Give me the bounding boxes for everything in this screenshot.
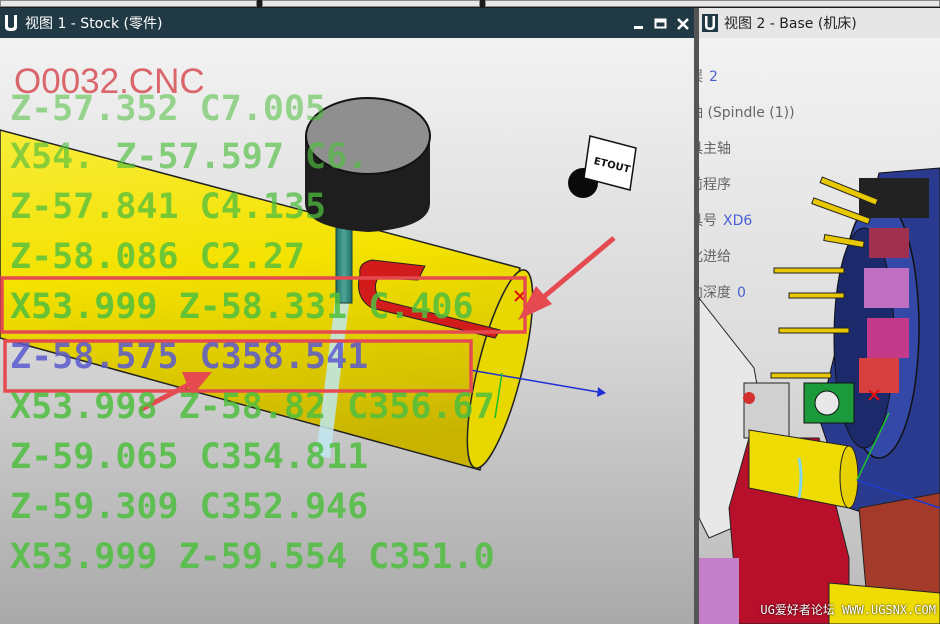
nc-line-2: Z-57.841 C4.135 bbox=[10, 187, 327, 227]
param-axial-depth-label: 轴向深度 bbox=[699, 285, 731, 301]
view2-title: 视图 2 - Base (机床) bbox=[724, 16, 857, 32]
param-tool-number-label: 刀具号 bbox=[699, 213, 717, 229]
view2-panel: 视图 2 - Base (机床) 2 (Spindle (1)) 主轴 程序 号… bbox=[699, 8, 940, 624]
maximize-icon[interactable] bbox=[654, 16, 668, 30]
annotation-arrow-1 bbox=[538, 236, 616, 302]
nc-line-4: X53.999 Z-58.331 C.406 bbox=[10, 287, 474, 327]
param-optimized-feed: 优化进给 bbox=[699, 246, 731, 266]
toolbar-button-2[interactable] bbox=[262, 0, 480, 7]
param-tool-spindle: 刀具主轴 bbox=[699, 138, 731, 158]
nc-line-8: Z-59.309 C352.946 bbox=[10, 487, 369, 527]
param-tool-number-value: XD6 bbox=[723, 213, 753, 229]
param-current-program-label: 当前程序 bbox=[699, 177, 731, 193]
view1-titlebar[interactable]: 视图 1 - Stock (零件) bbox=[0, 8, 694, 38]
top-toolbar-strip bbox=[0, 0, 940, 8]
view2-viewport[interactable]: 错误 2 主轴 (Spindle (1)) 刀具主轴 当前程序 刀具号 XD6 优化… bbox=[699, 38, 940, 624]
param-axial-depth-value: 0 bbox=[737, 285, 746, 301]
param-error-value: 2 bbox=[709, 69, 718, 85]
param-tool-spindle-label: 刀具主轴 bbox=[699, 141, 731, 157]
minimize-icon[interactable] bbox=[632, 16, 646, 30]
app-logo-icon-2 bbox=[702, 14, 718, 32]
app-logo-icon bbox=[3, 14, 19, 32]
view1-viewport[interactable]: ETOUT O0032.CNC Z-57.352 C7.005 X54. Z-5… bbox=[0, 38, 694, 624]
param-spindle-label: 主轴 (Spindle (1)) bbox=[699, 105, 795, 121]
nc-line-1: X54. Z-57.597 C6. bbox=[10, 137, 369, 177]
nc-code-overlay: Z-57.352 C7.005 X54. Z-57.597 C6. Z-57.8… bbox=[0, 38, 530, 624]
param-optimized-feed-label: 优化进给 bbox=[699, 249, 731, 265]
nc-line-3: Z-58.086 C2.27 bbox=[10, 237, 306, 277]
param-spindle: 主轴 (Spindle (1)) bbox=[699, 102, 795, 122]
param-axial-depth: 轴向深度 0 bbox=[699, 282, 746, 302]
param-error-label: 错误 bbox=[699, 69, 703, 85]
close-icon[interactable] bbox=[676, 16, 690, 30]
param-current-program: 当前程序 bbox=[699, 174, 731, 194]
toolbar-button-1[interactable] bbox=[0, 0, 257, 7]
watermark: UG爱好者论坛 WWW.UGSNX.COM bbox=[760, 603, 936, 617]
param-tool-number: 刀具号 XD6 bbox=[699, 210, 752, 230]
param-error: 错误 2 bbox=[699, 66, 718, 86]
nc-line-5-current: Z-58.575 C358.541 bbox=[10, 337, 369, 377]
z-axis-arrowhead bbox=[597, 387, 606, 397]
nc-line-9: X53.999 Z-59.554 C351.0 bbox=[10, 537, 495, 577]
nc-line-0: Z-57.352 C7.005 bbox=[10, 89, 327, 129]
machine-bed bbox=[699, 558, 739, 624]
toolbar-button-3[interactable] bbox=[485, 0, 940, 7]
view1-panel: 视图 1 - Stock (零件) ETOUT O0032.CNC Z-57.3… bbox=[0, 8, 694, 624]
view2-titlebar[interactable]: 视图 2 - Base (机床) bbox=[699, 8, 940, 39]
nc-line-6: X53.998 Z-58.82 C356.67 bbox=[10, 387, 495, 427]
view1-title: 视图 1 - Stock (零件) bbox=[25, 16, 163, 32]
nc-line-7: Z-59.065 C354.811 bbox=[10, 437, 369, 477]
machine-scene bbox=[699, 167, 940, 624]
